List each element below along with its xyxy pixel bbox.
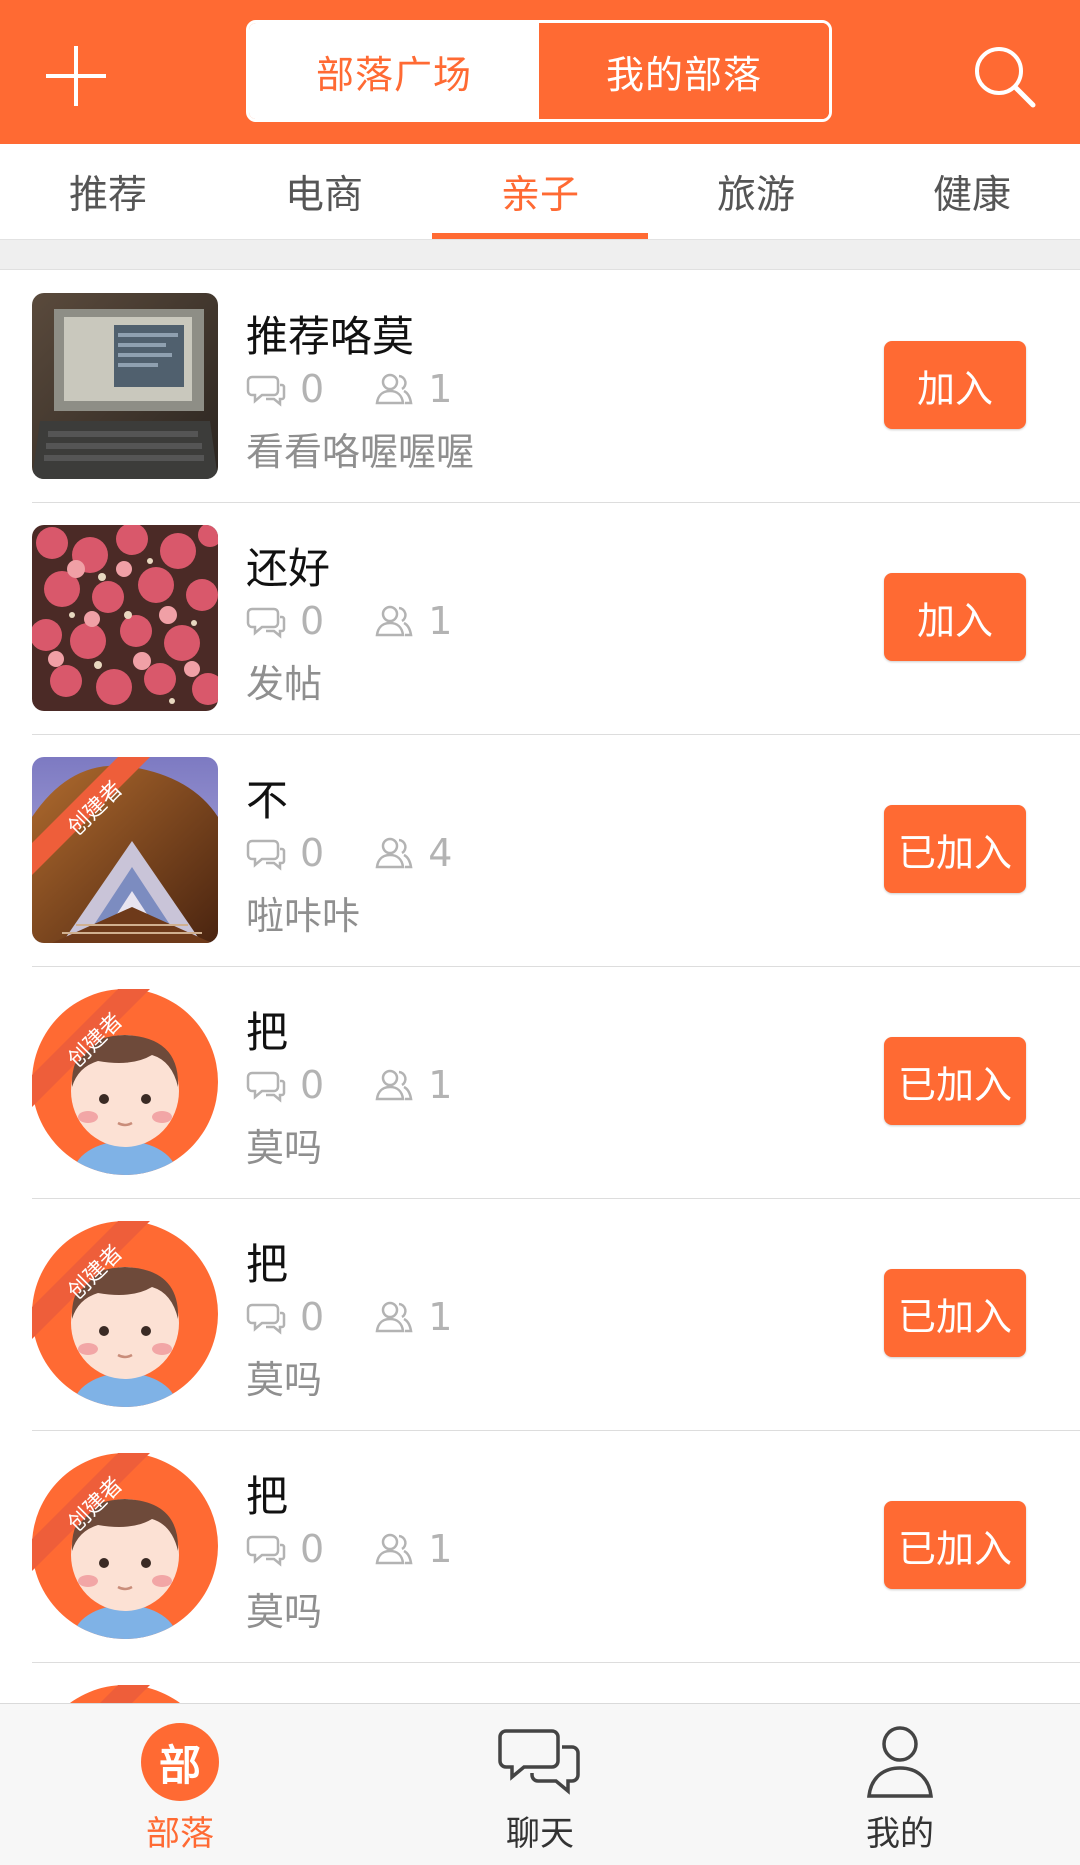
chat-bubbles-icon [498, 1720, 582, 1804]
comment-icon [246, 1071, 286, 1103]
tab-chat[interactable]: 聊天 [360, 1704, 720, 1865]
tribe-description: 莫吗 [246, 1590, 323, 1634]
tribe-title: 把 [246, 1240, 289, 1289]
add-button[interactable] [24, 24, 128, 128]
tab-label: 聊天 [506, 1814, 574, 1854]
search-icon [975, 47, 1036, 108]
comment-count: 0 [300, 599, 325, 643]
laptop-photo [32, 293, 218, 479]
segment-control: 部落广场 我的部落 [246, 20, 832, 122]
list-item[interactable]: 推荐咯莫 0 1 看看咯喔喔喔 加入 [0, 271, 1080, 503]
tribe-description: 啦咔咔 [246, 894, 361, 938]
tab-health[interactable]: 健康 [864, 144, 1080, 239]
tribe-title: 把 [246, 1472, 289, 1521]
comment-count: 0 [300, 1295, 325, 1339]
section-gap [0, 240, 1080, 270]
tab-parenting[interactable]: 亲子 [432, 144, 648, 239]
tribe-thumbnail: 创建者 [32, 989, 218, 1175]
tab-recommend[interactable]: 推荐 [0, 144, 216, 239]
tribe-thumbnail: 创建者 [32, 1685, 218, 1703]
tribe-stats: 0 4 [246, 831, 502, 875]
join-button[interactable]: 加入 [884, 573, 1026, 661]
list-item[interactable]: 创建者 把 0 1 莫吗 已加入 [0, 1199, 1080, 1431]
plus-icon [46, 46, 106, 106]
tribe-thumbnail [32, 293, 218, 479]
comment-icon [246, 607, 286, 639]
tribe-stats: 0 1 [246, 367, 502, 411]
category-tabs: 推荐 电商 亲子 旅游 健康 [0, 144, 1080, 240]
joined-button[interactable]: 已加入 [884, 1037, 1026, 1125]
list-item[interactable]: 创建者 把 0 1 莫吗 已加入 [0, 1431, 1080, 1663]
tribe-stats: 0 1 [246, 1295, 502, 1339]
member-count: 1 [428, 599, 453, 643]
segment-my-tribes[interactable]: 我的部落 [539, 23, 829, 119]
tribe-title: 不 [246, 776, 289, 825]
tab-ecommerce[interactable]: 电商 [216, 144, 432, 239]
joined-button[interactable]: 已加入 [884, 805, 1026, 893]
comment-count: 0 [300, 367, 325, 411]
tab-label: 推荐 [68, 172, 147, 218]
tab-travel[interactable]: 旅游 [648, 144, 864, 239]
bottom-tab-bar: 部 部落 聊天 我的 [0, 1703, 1080, 1865]
list-item[interactable]: 创建者 把 0 1 莫吗 已加入 [0, 967, 1080, 1199]
tribe-thumbnail: 创建者 [32, 1453, 218, 1639]
tribe-description: 发帖 [246, 662, 323, 706]
person-icon [858, 1720, 942, 1804]
top-bar: 部落广场 我的部落 [0, 0, 1080, 144]
tribe-description: 莫吗 [246, 1358, 323, 1402]
tribe-thumbnail: 创建者 [32, 757, 218, 943]
members-icon [375, 605, 413, 637]
comment-count: 0 [300, 1063, 325, 1107]
tribe-thumbnail: 创建者 [32, 1221, 218, 1407]
tribe-title: 把 [246, 1008, 289, 1057]
tribe-list: 推荐咯莫 0 1 看看咯喔喔喔 加入 还好 0 1 发帖 加入 创建者 不 0 … [0, 271, 1080, 1703]
members-icon [375, 1533, 413, 1565]
tab-label: 部落 [146, 1814, 214, 1854]
tab-label: 我的 [866, 1814, 934, 1854]
tribe-icon-badge: 部 [141, 1723, 219, 1801]
members-icon [375, 1069, 413, 1101]
member-count: 1 [428, 1063, 453, 1107]
tribe-icon: 部 [138, 1720, 222, 1804]
tribe-stats: 0 1 [246, 1527, 502, 1571]
list-item[interactable]: 创建者 [0, 1663, 1080, 1703]
tab-label: 健康 [932, 172, 1011, 218]
join-button[interactable]: 加入 [884, 341, 1026, 429]
tribe-stats: 0 1 [246, 1063, 502, 1107]
members-icon [375, 1301, 413, 1333]
members-icon [375, 837, 413, 869]
tribe-thumbnail [32, 525, 218, 711]
list-item[interactable]: 创建者 不 0 4 啦咔咔 已加入 [0, 735, 1080, 967]
tribe-title: 推荐咯莫 [246, 312, 415, 361]
tab-me[interactable]: 我的 [720, 1704, 1080, 1865]
comment-icon [246, 839, 286, 871]
joined-button[interactable]: 已加入 [884, 1269, 1026, 1357]
joined-button[interactable]: 已加入 [884, 1501, 1026, 1589]
active-tab-indicator [432, 233, 648, 239]
members-icon [375, 373, 413, 405]
tribe-description: 莫吗 [246, 1126, 323, 1170]
tab-label: 亲子 [500, 172, 579, 218]
comment-icon [246, 375, 286, 407]
flowers-photo [32, 525, 218, 711]
comment-count: 0 [300, 1527, 325, 1571]
member-count: 1 [428, 367, 453, 411]
member-count: 1 [428, 1295, 453, 1339]
comment-icon [246, 1535, 286, 1567]
comment-icon [246, 1303, 286, 1335]
list-item[interactable]: 还好 0 1 发帖 加入 [0, 503, 1080, 735]
member-count: 1 [428, 1527, 453, 1571]
tribe-title: 还好 [246, 544, 331, 593]
search-button[interactable] [952, 24, 1056, 128]
tab-tribe[interactable]: 部 部落 [0, 1704, 360, 1865]
tribe-stats: 0 1 [246, 599, 502, 643]
tribe-description: 看看咯喔喔喔 [246, 430, 475, 474]
segment-tribe-square[interactable]: 部落广场 [249, 23, 539, 119]
tab-label: 旅游 [716, 172, 795, 218]
tab-label: 电商 [284, 172, 363, 218]
comment-count: 0 [300, 831, 325, 875]
member-count: 4 [428, 831, 453, 875]
